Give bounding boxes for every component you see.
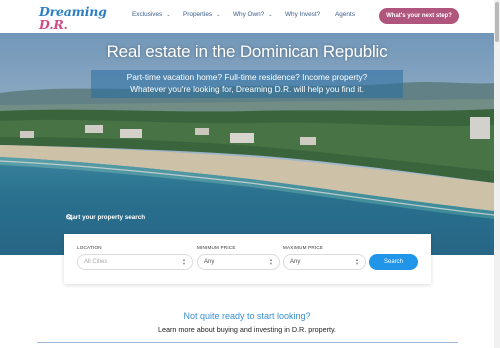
hero-title: Real estate in the Dominican Republic — [106, 42, 388, 61]
hero-subtitle: Part-time vacation home? Full-time resid… — [91, 70, 403, 98]
hero-subtitle-line-1: Part-time vacation home? Full-time resid… — [126, 72, 368, 82]
section-divider — [37, 342, 458, 343]
page-scrollbar[interactable] — [494, 0, 500, 348]
hero-subtitle-line-2: Whatever you're looking for, Dreaming D.… — [130, 83, 364, 94]
nav-item-label: Properties — [183, 11, 213, 18]
nav-item-label: Exclusives — [132, 11, 163, 18]
hero-beach-image — [0, 33, 494, 255]
min-price-select-value: Any — [204, 259, 215, 265]
min-price-label: MINIMUM PRICE — [197, 245, 236, 250]
property-search-form: LOCATION All Cities ▲ ▼ MINIMUM PRICE Any… — [64, 234, 431, 284]
location-select-value: All Cities — [84, 259, 108, 265]
sort-arrows-icon: ▲ ▼ — [269, 257, 273, 266]
nav-item-label: Why Invest? — [285, 11, 321, 18]
not-ready-heading: Not quite ready to start looking? — [183, 311, 311, 321]
max-price-select[interactable]: Any ▲ ▼ — [283, 254, 366, 270]
search-prompt-text: Start your property search — [66, 214, 146, 221]
location-label: LOCATION — [77, 245, 102, 250]
chevron-down-icon: ⌄ — [216, 11, 221, 18]
search-button[interactable]: Search — [369, 254, 418, 270]
sort-arrows-icon: ▲ ▼ — [182, 257, 186, 266]
logo[interactable]: Dreaming D.R. DOMINICAN REPUBLIC REAL ES… — [39, 5, 117, 37]
chevron-down-icon: ⌄ — [166, 11, 171, 18]
site-header: Dreaming D.R. DOMINICAN REPUBLIC REAL ES… — [0, 0, 494, 37]
nav-item-why-invest[interactable]: Why Invest? — [285, 11, 320, 18]
search-prompt: Start your property search — [66, 214, 145, 221]
nav-item-agents[interactable]: Agents — [335, 11, 355, 18]
chevron-down-icon: ⌄ — [268, 11, 273, 18]
nav-item-exclusives[interactable]: Exclusives ⌄ — [132, 11, 170, 18]
nav-item-label: Agents — [335, 11, 355, 18]
nav-item-why-own[interactable]: Why Own? ⌄ — [233, 11, 272, 18]
next-step-button[interactable]: What's your next step? — [379, 8, 459, 24]
max-price-select-value: Any — [290, 259, 301, 265]
scrollbar-thumb[interactable] — [495, 2, 499, 42]
logo-wordmark: Dreaming D.R. — [39, 4, 107, 32]
search-icon — [66, 214, 73, 221]
location-select[interactable]: All Cities ▲ ▼ — [77, 254, 193, 270]
hero-banner: Real estate in the Dominican Republic Pa… — [0, 33, 494, 255]
sort-arrows-icon: ▲ ▼ — [355, 257, 359, 266]
learn-more-subheading: Learn more about buying and investing in… — [157, 325, 337, 334]
min-price-select[interactable]: Any ▲ ▼ — [197, 254, 280, 270]
max-price-label: MAXIMUM PRICE — [283, 245, 324, 250]
nav-item-label: Why Own? — [233, 11, 265, 18]
nav-item-properties[interactable]: Properties ⌄ — [183, 11, 220, 18]
